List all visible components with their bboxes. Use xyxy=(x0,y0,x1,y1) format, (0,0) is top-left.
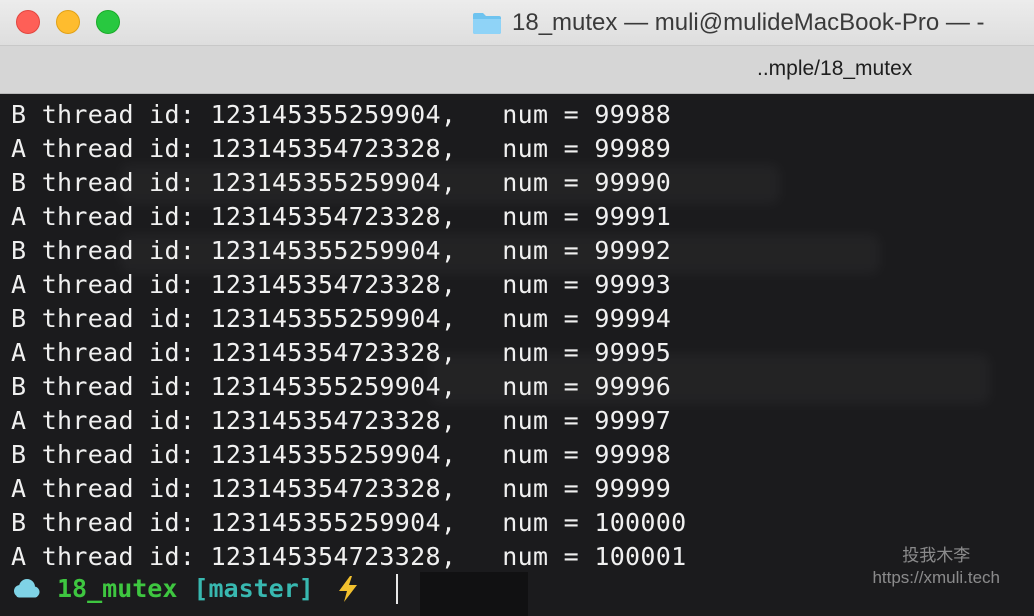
terminal-output-area[interactable]: B thread id: 123145355259904, num = 9998… xyxy=(0,94,1034,616)
window-title-group: 18_mutex — muli@mulideMacBook-Pro — - xyxy=(472,8,985,38)
terminal-window: 18_mutex — muli@mulideMacBook-Pro — - ..… xyxy=(0,0,1034,616)
watermark: 投我木李 https://xmuli.tech xyxy=(872,546,1000,588)
output-line: B thread id: 123145355259904, num = 9999… xyxy=(11,236,672,265)
output-line: A thread id: 123145354723328, num = 1000… xyxy=(11,542,687,571)
watermark-url: https://xmuli.tech xyxy=(872,568,1000,587)
tab-bar: ..mple/18_mutex xyxy=(0,46,1034,94)
output-line: B thread id: 123145355259904, num = 9999… xyxy=(11,304,672,333)
tab-active[interactable]: ..mple/18_mutex xyxy=(757,57,912,81)
output-line: A thread id: 123145354723328, num = 9999… xyxy=(11,270,672,299)
prompt-directory: 18_mutex xyxy=(57,574,178,603)
cloud-icon xyxy=(14,579,40,598)
window-title: 18_mutex — muli@mulideMacBook-Pro — - xyxy=(512,9,985,36)
minimize-button[interactable] xyxy=(56,10,80,34)
lightning-bolt-icon xyxy=(338,576,357,602)
output-line: B thread id: 123145355259904, num = 9998… xyxy=(11,100,672,129)
output-line: B thread id: 123145355259904, num = 1000… xyxy=(11,508,687,537)
close-button[interactable] xyxy=(16,10,40,34)
prompt-git-branch: [master] xyxy=(193,574,314,603)
folder-icon xyxy=(473,13,501,34)
zoom-button[interactable] xyxy=(96,10,120,34)
output-line: A thread id: 123145354723328, num = 9999… xyxy=(11,474,672,503)
text-cursor[interactable] xyxy=(395,574,398,604)
output-line: B thread id: 123145355259904, num = 9999… xyxy=(11,440,672,469)
output-line: A thread id: 123145354723328, num = 9999… xyxy=(11,202,672,231)
output-line: A thread id: 123145354723328, num = 9999… xyxy=(11,338,672,367)
output-line: B thread id: 123145355259904, num = 9999… xyxy=(11,168,672,197)
output-line: A thread id: 123145354723328, num = 9998… xyxy=(11,134,672,163)
output-line: B thread id: 123145355259904, num = 9999… xyxy=(11,372,672,401)
title-bar[interactable]: 18_mutex — muli@mulideMacBook-Pro — - xyxy=(0,0,1034,46)
output-line: A thread id: 123145354723328, num = 9999… xyxy=(11,406,672,435)
shell-prompt: 18_mutex [master] xyxy=(11,572,398,606)
redacted-block xyxy=(420,572,528,616)
watermark-name: 投我木李 xyxy=(902,546,971,565)
output-lines: B thread id: 123145355259904, num = 9998… xyxy=(11,98,686,574)
